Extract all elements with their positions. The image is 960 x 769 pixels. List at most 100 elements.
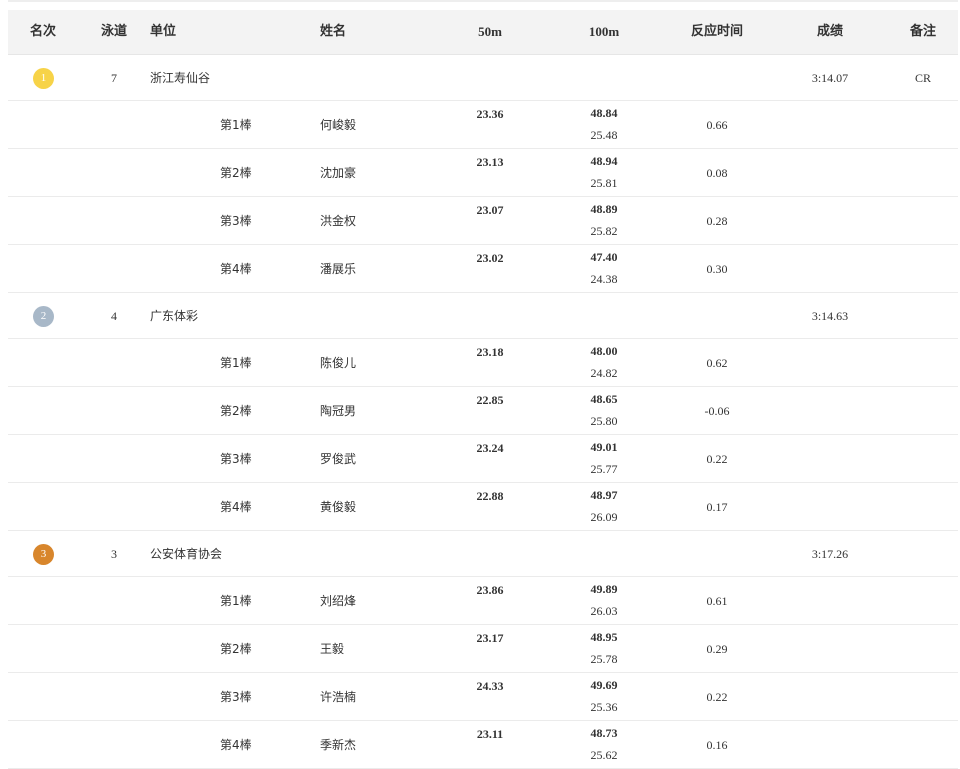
team-lane: 3 bbox=[111, 546, 117, 561]
reaction-time: 0.28 bbox=[706, 213, 728, 228]
swimmer-name: 潘展乐 bbox=[320, 261, 357, 276]
split-100m: 48.94 bbox=[590, 154, 618, 168]
swimmer-row: 第4棒 潘展乐 23.02 47.40 24.38 0.30 bbox=[8, 245, 958, 293]
swimmer-row: 第2棒 王毅 23.17 48.95 25.78 0.29 bbox=[8, 625, 958, 673]
split-50m: 23.02 bbox=[476, 251, 504, 265]
split-50m: 23.36 bbox=[476, 107, 504, 121]
team-row: 1 7 浙江寿仙谷 3:14.07 CR bbox=[8, 55, 958, 101]
split-50m: 23.86 bbox=[476, 583, 504, 597]
results-table: 名次 泳道 单位 姓名 50m 100m 反应时间 成绩 备注 1 7 浙江寿仙谷 3… bbox=[8, 10, 958, 769]
swimmer-row: 第4棒 季新杰 23.11 48.73 25.62 0.16 bbox=[8, 721, 958, 769]
swimmer-leg: 第2棒 bbox=[220, 165, 252, 180]
header-unit: 单位 bbox=[150, 24, 177, 39]
top-divider bbox=[8, 0, 958, 2]
split-50m: 22.85 bbox=[476, 393, 504, 407]
swimmer-name: 罗俊武 bbox=[320, 451, 357, 466]
reaction-time: 0.61 bbox=[706, 593, 728, 608]
swimmer-leg: 第4棒 bbox=[220, 499, 252, 514]
swimmer-leg: 第4棒 bbox=[220, 737, 252, 752]
swimmer-leg: 第3棒 bbox=[220, 213, 252, 228]
reaction-time: 0.22 bbox=[706, 451, 728, 466]
split-100m: 48.73 bbox=[590, 726, 618, 740]
header-result: 成绩 bbox=[816, 24, 844, 39]
header-rank: 名次 bbox=[29, 24, 57, 39]
swimmer-name: 沈加豪 bbox=[320, 165, 357, 180]
header-name: 姓名 bbox=[320, 24, 347, 39]
split-100m: 48.95 bbox=[590, 630, 618, 644]
swimmer-leg: 第2棒 bbox=[220, 641, 252, 656]
reaction-time: 0.22 bbox=[706, 689, 728, 704]
split-100m: 48.97 bbox=[590, 488, 618, 502]
swimmer-name: 何峻毅 bbox=[320, 117, 357, 132]
swimmer-row: 第3棒 洪金权 23.07 48.89 25.82 0.28 bbox=[8, 197, 958, 245]
header-reaction: 反应时间 bbox=[690, 24, 744, 39]
team-result: 3:17.26 bbox=[811, 546, 849, 561]
swimmer-leg: 第3棒 bbox=[220, 689, 252, 704]
swimmer-name: 洪金权 bbox=[320, 213, 357, 228]
swimmer-leg: 第4棒 bbox=[220, 261, 252, 276]
swimmer-row: 第2棒 陶冠男 22.85 48.65 25.80 -0.06 bbox=[8, 387, 958, 435]
header-note: 备注 bbox=[909, 24, 937, 39]
split-50m: 24.33 bbox=[476, 679, 504, 693]
swimmer-row: 第1棒 陈俊儿 23.18 48.00 24.82 0.62 bbox=[8, 339, 958, 387]
split-100m: 48.84 bbox=[590, 106, 618, 120]
results-page: 名次 泳道 单位 姓名 50m 100m 反应时间 成绩 备注 1 7 浙江寿仙谷 3… bbox=[0, 0, 960, 769]
team-row: 2 4 广东体彩 3:14.63 bbox=[8, 293, 958, 339]
header-lane: 泳道 bbox=[100, 24, 128, 39]
swimmer-leg: 第1棒 bbox=[220, 117, 252, 132]
team-row: 3 3 公安体育协会 3:17.26 bbox=[8, 531, 958, 577]
team-result: 3:14.63 bbox=[811, 308, 849, 323]
lap-time: 24.82 bbox=[590, 366, 618, 380]
split-50m: 22.88 bbox=[476, 489, 504, 503]
table-body: 1 7 浙江寿仙谷 3:14.07 CR 第1棒 何峻毅 23.36 48.84 25.48 0.6… bbox=[8, 55, 958, 769]
reaction-time: 0.16 bbox=[706, 737, 728, 752]
split-100m: 49.69 bbox=[590, 678, 618, 692]
split-100m: 47.40 bbox=[590, 250, 618, 264]
team-unit: 广东体彩 bbox=[150, 308, 199, 323]
swimmer-leg: 第1棒 bbox=[220, 593, 252, 608]
split-50m: 23.11 bbox=[476, 727, 504, 741]
swimmer-row: 第3棒 罗俊武 23.24 49.01 25.77 0.22 bbox=[8, 435, 958, 483]
swimmer-row: 第3棒 许浩楠 24.33 49.69 25.36 0.22 bbox=[8, 673, 958, 721]
reaction-time: -0.06 bbox=[704, 403, 730, 418]
split-50m: 23.24 bbox=[476, 441, 504, 455]
swimmer-name: 季新杰 bbox=[320, 737, 357, 752]
swimmer-row: 第2棒 沈加豪 23.13 48.94 25.81 0.08 bbox=[8, 149, 958, 197]
lap-time: 25.78 bbox=[590, 652, 618, 666]
team-lane: 7 bbox=[111, 70, 117, 85]
lap-time: 25.81 bbox=[590, 176, 618, 190]
table-header: 名次 泳道 单位 姓名 50m 100m 反应时间 成绩 备注 bbox=[8, 10, 958, 55]
lap-time: 25.77 bbox=[590, 462, 618, 476]
swimmer-leg: 第2棒 bbox=[220, 403, 252, 418]
lap-time: 25.36 bbox=[590, 700, 618, 714]
reaction-time: 0.17 bbox=[706, 499, 728, 514]
split-100m: 49.01 bbox=[590, 440, 618, 454]
team-unit: 公安体育协会 bbox=[150, 546, 223, 561]
swimmer-name: 陈俊儿 bbox=[320, 355, 357, 370]
split-50m: 23.18 bbox=[476, 345, 504, 359]
reaction-time: 0.08 bbox=[706, 165, 728, 180]
rank-medal-badge: 2 bbox=[33, 305, 54, 327]
swimmer-row: 第1棒 刘绍烽 23.86 49.89 26.03 0.61 bbox=[8, 577, 958, 625]
rank-medal-badge: 1 bbox=[33, 67, 54, 89]
split-100m: 48.89 bbox=[590, 202, 618, 216]
reaction-time: 0.29 bbox=[706, 641, 728, 656]
split-50m: 23.07 bbox=[476, 203, 504, 217]
team-lane: 4 bbox=[111, 308, 117, 323]
swimmer-row: 第1棒 何峻毅 23.36 48.84 25.48 0.66 bbox=[8, 101, 958, 149]
swimmer-name: 许浩楠 bbox=[320, 689, 357, 704]
lap-time: 26.09 bbox=[590, 510, 618, 524]
split-50m: 23.13 bbox=[476, 155, 504, 169]
split-100m: 48.65 bbox=[590, 392, 618, 406]
split-50m: 23.17 bbox=[476, 631, 504, 645]
swimmer-leg: 第3棒 bbox=[220, 451, 252, 466]
swimmer-name: 黄俊毅 bbox=[320, 499, 357, 514]
swimmer-row: 第4棒 黄俊毅 22.88 48.97 26.09 0.17 bbox=[8, 483, 958, 531]
reaction-time: 0.66 bbox=[706, 117, 728, 132]
lap-time: 25.80 bbox=[590, 414, 618, 428]
lap-time: 26.03 bbox=[590, 604, 618, 618]
split-100m: 48.00 bbox=[590, 344, 618, 358]
reaction-time: 0.62 bbox=[706, 355, 728, 370]
swimmer-leg: 第1棒 bbox=[220, 355, 252, 370]
header-100m: 100m bbox=[588, 24, 620, 39]
